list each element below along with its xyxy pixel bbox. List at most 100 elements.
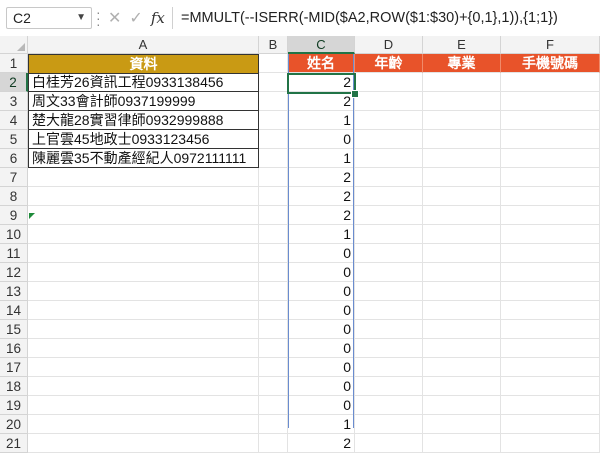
row-header-10[interactable]: 10 [0, 225, 28, 244]
cell[interactable] [423, 73, 501, 92]
cell[interactable] [259, 301, 288, 320]
column-header-f[interactable]: F [501, 36, 600, 54]
header-cell-a1[interactable]: 資料 [28, 54, 259, 74]
cell[interactable] [28, 187, 259, 206]
cell[interactable] [355, 377, 423, 396]
cell[interactable] [355, 206, 423, 225]
cell[interactable] [355, 415, 423, 434]
fill-handle[interactable] [351, 90, 359, 98]
row-header-21[interactable]: 21 [0, 434, 28, 453]
row-header-14[interactable]: 14 [0, 301, 28, 320]
column-header-e[interactable]: E [423, 36, 501, 54]
cell[interactable] [355, 92, 423, 111]
row-header-19[interactable]: 19 [0, 396, 28, 415]
cell[interactable] [423, 111, 501, 130]
cell[interactable] [355, 225, 423, 244]
cell[interactable] [259, 377, 288, 396]
cell[interactable] [28, 206, 259, 225]
cell[interactable] [423, 358, 501, 377]
cell[interactable] [355, 187, 423, 206]
cell[interactable] [355, 168, 423, 187]
header-cell-d1[interactable]: 年齡 [355, 54, 423, 73]
row-header-8[interactable]: 8 [0, 187, 28, 206]
cell[interactable] [501, 92, 600, 111]
result-cell-c[interactable]: 2 [288, 168, 355, 187]
cell[interactable] [501, 130, 600, 149]
column-header-c[interactable]: C [288, 36, 355, 54]
error-indicator-icon[interactable] [29, 213, 35, 219]
header-cell-c1[interactable]: 姓名 [288, 54, 355, 73]
cell[interactable] [259, 130, 288, 149]
cell[interactable] [501, 320, 600, 339]
row-header-16[interactable]: 16 [0, 339, 28, 358]
row-header-11[interactable]: 11 [0, 244, 28, 263]
result-cell-c[interactable]: 1 [288, 415, 355, 434]
cell[interactable] [501, 206, 600, 225]
column-header-b[interactable]: B [259, 36, 288, 54]
cell[interactable] [423, 339, 501, 358]
data-cell-a[interactable]: 白桂芳26資訊工程0933138456 [28, 73, 259, 92]
cell[interactable] [501, 225, 600, 244]
row-header-5[interactable]: 5 [0, 130, 28, 149]
cell[interactable] [501, 168, 600, 187]
chevron-down-icon[interactable]: ▼ [76, 8, 86, 28]
cell[interactable] [423, 187, 501, 206]
result-cell-c[interactable]: 2 [288, 434, 355, 453]
cell[interactable] [28, 358, 259, 377]
cell[interactable] [423, 206, 501, 225]
cell[interactable] [501, 396, 600, 415]
cell[interactable] [259, 149, 288, 168]
cell[interactable] [501, 282, 600, 301]
cell[interactable] [501, 244, 600, 263]
cell[interactable] [259, 54, 288, 73]
cell[interactable] [28, 339, 259, 358]
cell[interactable] [501, 339, 600, 358]
cell[interactable] [259, 339, 288, 358]
cell[interactable] [501, 358, 600, 377]
cell[interactable] [423, 168, 501, 187]
result-cell-c[interactable]: 0 [288, 358, 355, 377]
cell[interactable] [501, 149, 600, 168]
cell[interactable] [355, 320, 423, 339]
cell[interactable] [501, 377, 600, 396]
cell[interactable] [355, 396, 423, 415]
header-cell-f1[interactable]: 手機號碼 [501, 54, 600, 73]
data-cell-a[interactable]: 周文33會計師0937199999 [28, 92, 259, 111]
cell[interactable] [355, 149, 423, 168]
result-cell-c[interactable]: 0 [288, 263, 355, 282]
result-cell-c[interactable]: 1 [288, 225, 355, 244]
cell[interactable] [501, 73, 600, 92]
cell[interactable] [355, 358, 423, 377]
cell[interactable] [28, 225, 259, 244]
cell[interactable] [259, 225, 288, 244]
result-cell-c[interactable]: 0 [288, 244, 355, 263]
cell[interactable] [28, 244, 259, 263]
result-cell-c[interactable]: 2 [288, 206, 355, 225]
cell[interactable] [259, 168, 288, 187]
cell[interactable] [423, 149, 501, 168]
cell[interactable] [423, 320, 501, 339]
cell[interactable] [501, 263, 600, 282]
result-cell-c[interactable]: 0 [288, 301, 355, 320]
cell[interactable] [259, 244, 288, 263]
cell[interactable] [501, 415, 600, 434]
row-header-2[interactable]: 2 [0, 73, 28, 92]
cell[interactable] [423, 92, 501, 111]
enter-icon[interactable]: ✓ [129, 8, 142, 28]
cell[interactable] [423, 130, 501, 149]
column-header-d[interactable]: D [355, 36, 423, 54]
cell[interactable] [259, 434, 288, 453]
data-cell-a[interactable]: 陳麗雲35不動產經紀人0972111111 [28, 149, 259, 168]
row-header-9[interactable]: 9 [0, 206, 28, 225]
cell[interactable] [355, 339, 423, 358]
result-cell-c[interactable]: 0 [288, 130, 355, 149]
cell[interactable] [355, 282, 423, 301]
cell[interactable] [355, 111, 423, 130]
cancel-icon[interactable]: ✕ [108, 8, 121, 28]
cell[interactable] [28, 301, 259, 320]
cell[interactable] [259, 111, 288, 130]
cell[interactable] [259, 92, 288, 111]
cell[interactable] [259, 320, 288, 339]
result-cell-c[interactable]: 1 [288, 149, 355, 168]
result-cell-c[interactable]: 2 [288, 92, 355, 111]
